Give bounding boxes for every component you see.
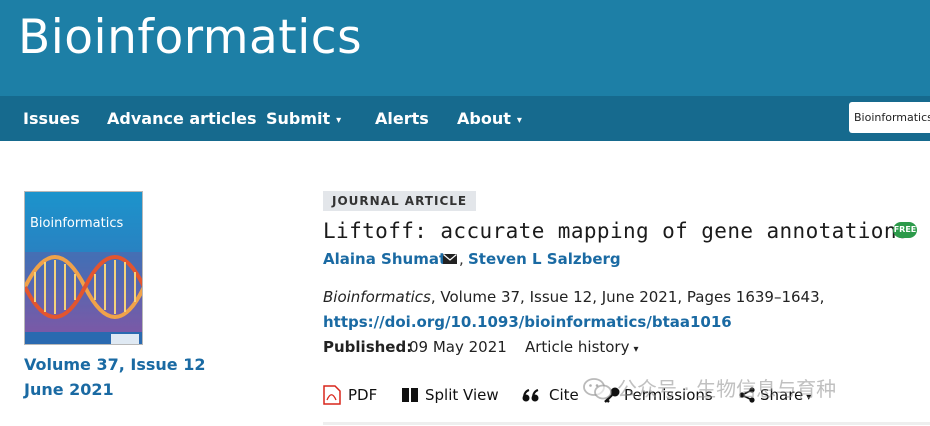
nav-about-label: About bbox=[457, 109, 511, 128]
article-title: Liftoff: accurate mapping of gene annota… bbox=[323, 219, 910, 243]
pdf-button[interactable]: PDF bbox=[323, 384, 383, 406]
article-history-label: Article history bbox=[525, 338, 630, 356]
published-date: 09 May 2021 bbox=[409, 338, 507, 356]
author-link[interactable]: Steven L Salzberg bbox=[468, 250, 621, 268]
masthead: Bioinformatics bbox=[0, 0, 930, 96]
doi-link[interactable]: https://doi.org/10.1093/bioinformatics/b… bbox=[323, 313, 732, 331]
pdf-icon bbox=[323, 385, 341, 405]
journal-title[interactable]: Bioinformatics bbox=[18, 10, 362, 65]
split-view-icon bbox=[402, 388, 418, 402]
nav-submit-label: Submit bbox=[266, 109, 331, 128]
volume-issue-link[interactable]: Volume 37, Issue 12 bbox=[24, 355, 205, 374]
quote-icon bbox=[522, 389, 539, 402]
nav-issues-label: Issues bbox=[23, 109, 80, 128]
author-separator: , bbox=[459, 250, 464, 268]
chevron-down-icon: ▾ bbox=[633, 344, 639, 355]
nav-issues[interactable]: Issues bbox=[23, 96, 80, 141]
wechat-watermark: 公众号 · 生物信息与育种 bbox=[583, 374, 836, 404]
pdf-label: PDF bbox=[348, 386, 378, 404]
author-link[interactable]: Alaina Shumate bbox=[323, 250, 456, 268]
citation-details: , Volume 37, Issue 12, June 2021, Pages … bbox=[430, 288, 825, 306]
wechat-icon bbox=[583, 378, 612, 400]
nav-about[interactable]: About ▾ bbox=[457, 96, 522, 141]
chevron-down-icon: ▾ bbox=[336, 115, 342, 126]
cite-label: Cite bbox=[549, 386, 579, 404]
toolbar-divider bbox=[323, 422, 930, 425]
journal-cover-image[interactable]: Bioinformatics bbox=[24, 191, 143, 345]
chevron-down-icon: ▾ bbox=[516, 115, 522, 126]
search-scope-select[interactable]: Bioinformatics bbox=[849, 102, 930, 133]
main-nav: Issues Advance articles Submit ▾ Alerts A… bbox=[0, 96, 930, 141]
split-view-label: Split View bbox=[425, 386, 499, 404]
article-history-dropdown[interactable]: Article history ▾ bbox=[525, 338, 639, 356]
journal-name: Bioinformatics bbox=[323, 288, 431, 306]
watermark-text: 公众号 · 生物信息与育种 bbox=[617, 377, 837, 401]
cite-button[interactable]: Cite bbox=[522, 384, 582, 406]
nav-alerts[interactable]: Alerts bbox=[375, 96, 429, 141]
nav-alerts-label: Alerts bbox=[375, 109, 429, 128]
envelope-icon[interactable] bbox=[443, 254, 457, 264]
split-view-button[interactable]: Split View bbox=[402, 384, 502, 406]
article-type-badge: JOURNAL ARTICLE bbox=[323, 191, 477, 211]
free-badge: FREE bbox=[893, 222, 917, 238]
nav-advance-articles[interactable]: Advance articles bbox=[107, 96, 257, 141]
nav-submit[interactable]: Submit ▾ bbox=[266, 96, 341, 141]
cover-title: Bioinformatics bbox=[30, 216, 124, 231]
dna-helix-illustration bbox=[25, 192, 142, 344]
issue-date-link[interactable]: June 2021 bbox=[24, 380, 114, 399]
citation-line: Bioinformatics, Volume 37, Issue 12, Jun… bbox=[323, 288, 824, 306]
published-label: Published: bbox=[323, 338, 413, 356]
nav-advance-articles-label: Advance articles bbox=[107, 109, 257, 128]
